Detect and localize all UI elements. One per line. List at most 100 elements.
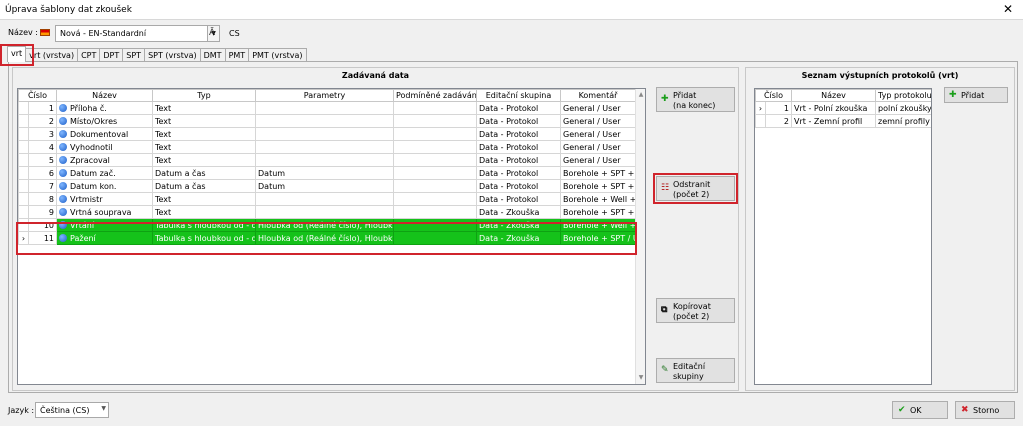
col-header-name[interactable]: Název xyxy=(56,89,153,102)
row-type: Datum a čas xyxy=(152,179,256,193)
table-row[interactable]: 4 Vyhodnotil Text Data - Protokol Genera… xyxy=(18,140,636,154)
tab-strip: vrt vrt (vrstva) CPT DPT SPT SPT (vrstva… xyxy=(7,46,307,62)
row-conditional xyxy=(393,127,477,141)
scroll-down-icon[interactable]: ▼ xyxy=(636,372,645,384)
row-number: 7 xyxy=(28,179,57,193)
row-number: 1 xyxy=(28,101,57,115)
table-row[interactable]: 2 Místo/Okres Text Data - Protokol Gener… xyxy=(18,114,636,128)
name-value: Nová - EN-Standardní xyxy=(60,29,147,38)
tab-pmt-vrstva[interactable]: PMT (vrstva) xyxy=(248,48,307,62)
input-data-group: Zadávaná data Číslo Název Typ Parametry … xyxy=(12,67,739,391)
ok-button[interactable]: ✔ OK xyxy=(892,401,948,419)
translate-icon[interactable]: Ā xyxy=(209,28,215,38)
row-name: Vrt - Zemní profil xyxy=(791,114,876,128)
row-indicator xyxy=(18,166,29,180)
tab-spt[interactable]: SPT xyxy=(122,48,146,62)
ok-label: OK xyxy=(910,406,922,415)
close-icon[interactable]: ✕ xyxy=(1001,2,1015,16)
row-number: 2 xyxy=(765,114,792,128)
edit-groups-button[interactable]: ✎ Editační skupiny xyxy=(656,358,735,383)
row-indicator xyxy=(18,140,29,154)
row-params: Datum xyxy=(255,179,394,193)
table-row[interactable]: 9 Vrtná souprava Text Data - Zkouška Bor… xyxy=(18,205,636,219)
protocols-header-row: Číslo Název Typ protokolu xyxy=(755,89,931,102)
table-row[interactable]: 1 Příloha č. Text Data - Protokol Genera… xyxy=(18,101,636,115)
cancel-button[interactable]: ✖ Storno xyxy=(955,401,1015,419)
globe-icon xyxy=(59,129,67,138)
protocols-group: Seznam výstupních protokolů (vrt) Číslo … xyxy=(745,67,1015,391)
name-label: Název : xyxy=(8,28,38,37)
col-header-protocol-type[interactable]: Typ protokolu xyxy=(875,89,931,102)
protocols-grid[interactable]: Číslo Název Typ protokolu › 1 Vrt - Poln… xyxy=(754,88,932,385)
language-combobox[interactable]: Čeština (CS) ▼ xyxy=(35,402,109,418)
highlight-box-selected-rows xyxy=(16,222,637,255)
tab-pmt[interactable]: PMT xyxy=(224,48,250,62)
col-header-params[interactable]: Parametry xyxy=(255,89,394,102)
table-row[interactable]: 5 Zpracoval Text Data - Protokol General… xyxy=(18,153,636,167)
row-indicator xyxy=(18,179,29,193)
row-params xyxy=(255,127,394,141)
highlight-box-remove xyxy=(653,173,738,204)
list-item[interactable]: 2 Vrt - Zemní profil zemní profily xyxy=(755,114,931,128)
edit-label-line1: Editační xyxy=(673,362,706,371)
row-edit-group: Data - Protokol xyxy=(476,127,561,141)
tab-spt-vrstva[interactable]: SPT (vrstva) xyxy=(144,48,201,62)
row-name-text: Datum kon. xyxy=(70,181,117,191)
row-conditional xyxy=(393,114,477,128)
chevron-down-icon[interactable]: ▼ xyxy=(101,405,106,412)
row-params xyxy=(255,153,394,167)
col-header-type[interactable]: Typ xyxy=(152,89,256,102)
tab-dpt[interactable]: DPT xyxy=(99,48,124,62)
row-type: Datum a čas xyxy=(152,166,256,180)
col-header-conditional[interactable]: Podmíněné zadávání xyxy=(393,89,477,102)
col-header-number[interactable]: Číslo xyxy=(18,89,57,102)
globe-icon xyxy=(59,155,67,164)
row-conditional xyxy=(393,192,477,206)
table-row[interactable]: 6 Datum zač. Datum a čas Datum Data - Pr… xyxy=(18,166,636,180)
globe-icon xyxy=(59,181,67,190)
add-protocol-label: Přidat xyxy=(961,91,985,100)
add-protocol-button[interactable]: ✚ Přidat xyxy=(944,87,1008,103)
table-row[interactable]: 7 Datum kon. Datum a čas Datum Data - Pr… xyxy=(18,179,636,193)
row-type: Text xyxy=(152,114,256,128)
copy-button[interactable]: ⧉ Kopírovat (počet 2) xyxy=(656,298,735,323)
row-edit-group: Data - Zkouška xyxy=(476,205,561,219)
row-comment: General / User xyxy=(560,153,636,167)
list-item[interactable]: › 1 Vrt - Polní zkouška polní zkoušky xyxy=(755,101,931,115)
row-name-text: Vrtná souprava xyxy=(70,207,132,217)
protocols-title: Seznam výstupních protokolů (vrt) xyxy=(801,71,959,80)
col-header-number[interactable]: Číslo xyxy=(755,89,792,102)
window-title-bar: Úprava šablony dat zkoušek ✕ xyxy=(0,0,1023,20)
tab-dmt[interactable]: DMT xyxy=(199,48,226,62)
highlight-box-tab xyxy=(0,44,34,66)
cancel-icon: ✖ xyxy=(961,405,969,415)
current-row-arrow-icon: › xyxy=(755,101,766,115)
row-params xyxy=(255,140,394,154)
row-conditional xyxy=(393,179,477,193)
row-name: Datum zač. xyxy=(56,166,153,180)
copy-icon: ⧉ xyxy=(661,305,668,315)
globe-icon xyxy=(59,194,67,203)
row-comment: General / User xyxy=(560,140,636,154)
language-label: Jazyk : xyxy=(8,406,35,415)
row-name: Vrt - Polní zkouška xyxy=(791,101,876,115)
table-row[interactable]: 3 Dokumentoval Text Data - Protokol Gene… xyxy=(18,127,636,141)
row-name: Zpracoval xyxy=(56,153,153,167)
tab-cpt[interactable]: CPT xyxy=(77,48,101,62)
col-header-edit-group[interactable]: Editační skupina xyxy=(476,89,561,102)
row-params xyxy=(255,101,394,115)
row-params xyxy=(255,114,394,128)
row-params: Datum xyxy=(255,166,394,180)
add-to-end-button[interactable]: ✚ Přidat (na konec) xyxy=(656,87,735,112)
lang-code: CS xyxy=(229,29,240,38)
row-comment: Borehole + SPT + PMT xyxy=(560,166,636,180)
col-header-name[interactable]: Název xyxy=(791,89,876,102)
table-row[interactable]: 8 Vrtmistr Text Data - Protokol Borehole… xyxy=(18,192,636,206)
copy-label-line1: Kopírovat xyxy=(673,302,711,311)
name-combobox[interactable]: Nová - EN-Standardní ▼ xyxy=(55,25,220,42)
scroll-up-icon[interactable]: ▲ xyxy=(636,89,645,101)
col-header-comment[interactable]: Komentář xyxy=(560,89,636,102)
globe-icon xyxy=(59,103,67,112)
row-name-text: Zpracoval xyxy=(70,155,110,165)
row-conditional xyxy=(393,205,477,219)
